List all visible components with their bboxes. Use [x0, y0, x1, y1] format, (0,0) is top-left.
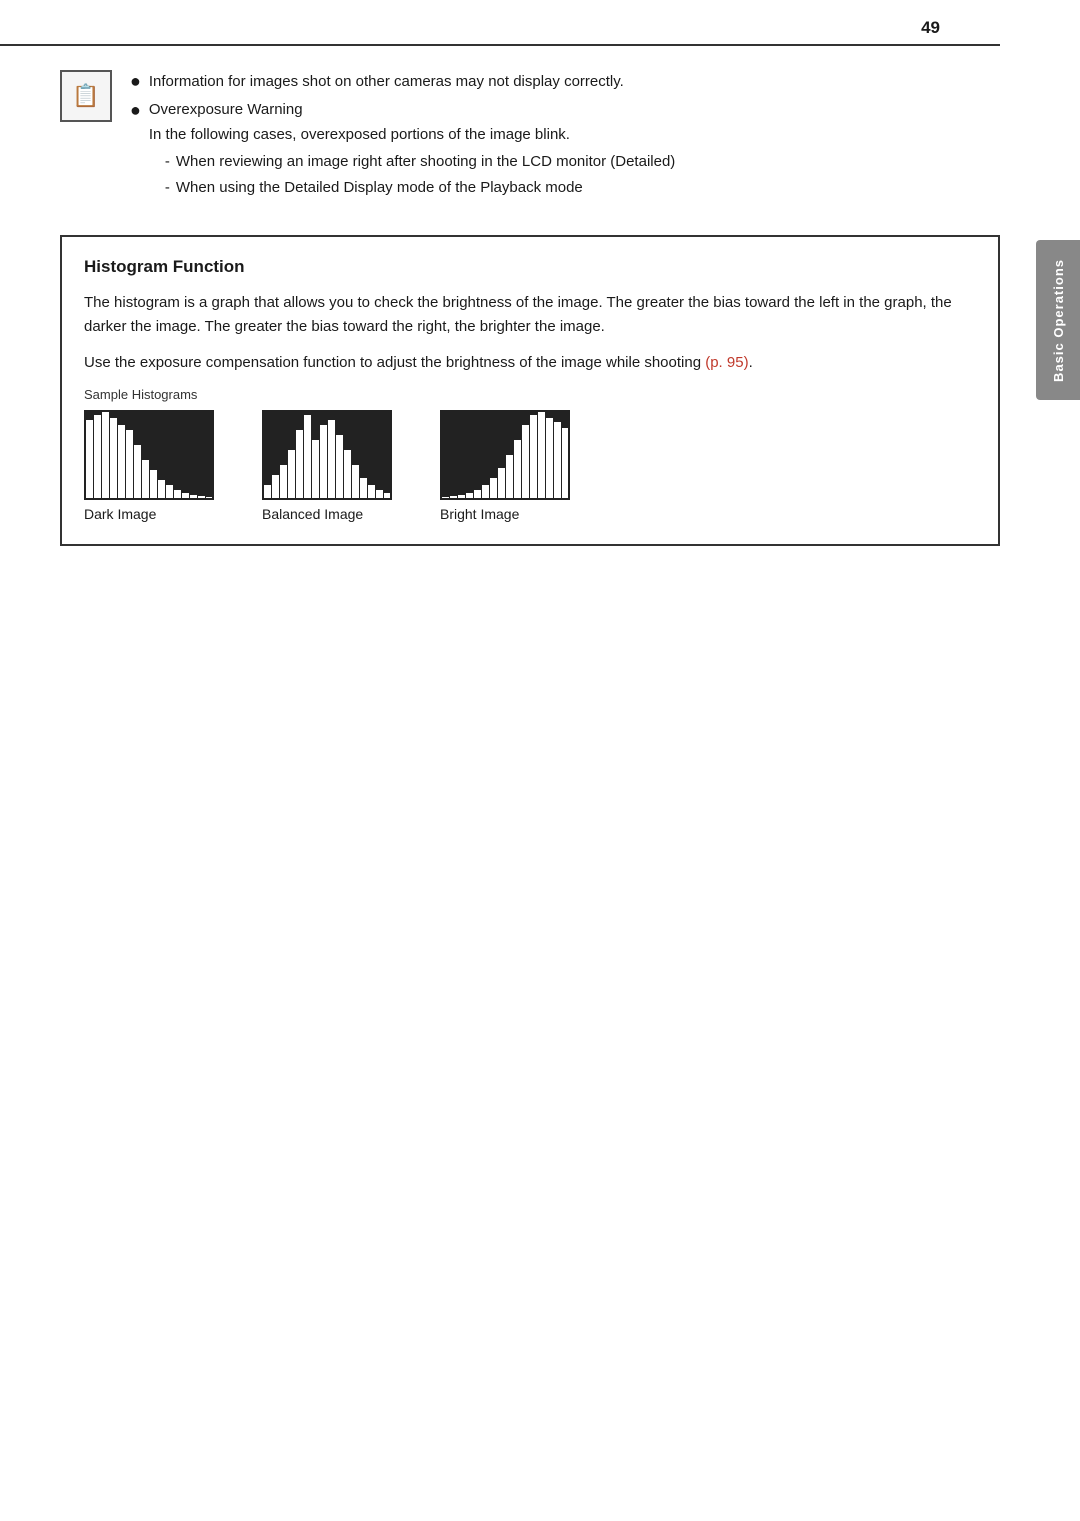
bullet-item-2: ● Overexposure Warning In the following … [130, 99, 1000, 203]
bullet-icon-2: ● [130, 97, 141, 124]
sub-bullet-text-1: When reviewing an image right after shoo… [176, 150, 675, 173]
sample-histograms-label: Sample Histograms [84, 387, 976, 402]
dark-image-histogram: Dark Image [84, 410, 214, 522]
camera-info-icon: 📋 [60, 70, 112, 122]
histogram-page-link[interactable]: (p. 95) [705, 354, 748, 371]
overexposure-desc: In the following cases, overexposed port… [149, 124, 675, 147]
histogram-desc-1: The histogram is a graph that allows you… [84, 291, 976, 339]
bullet-icon-1: ● [130, 68, 141, 95]
page-number: 49 [921, 18, 940, 38]
histogram-desc-2: Use the exposure compensation function t… [84, 351, 976, 375]
info-box: 📋 ● Information for images shot on other… [60, 56, 1000, 207]
overexposure-title: Overexposure Warning [149, 99, 675, 122]
sub-bullets: - When reviewing an image right after sh… [165, 150, 675, 200]
bullet-text-1: Information for images shot on other cam… [149, 70, 624, 93]
histograms-row: Dark Image [84, 410, 976, 522]
bright-image-histogram: Bright Image [440, 410, 570, 522]
sub-bullet-2: - When using the Detailed Display mode o… [165, 176, 675, 199]
histogram-desc2-prefix: Use the exposure compensation function t… [84, 354, 705, 371]
bullet-text-2-block: Overexposure Warning In the following ca… [149, 99, 675, 203]
side-tab: Basic Operations [1036, 240, 1080, 400]
histogram-section: Histogram Function The histogram is a gr… [60, 235, 1000, 546]
dark-image-label: Dark Image [84, 506, 156, 522]
balanced-histogram-svg [262, 410, 392, 500]
bullet-item-1: ● Information for images shot on other c… [130, 70, 1000, 95]
info-text-block: ● Information for images shot on other c… [130, 70, 1000, 207]
sub-bullet-1: - When reviewing an image right after sh… [165, 150, 675, 173]
histogram-desc2-suffix: . [749, 354, 753, 371]
side-tab-label: Basic Operations [1051, 259, 1066, 382]
bright-image-label: Bright Image [440, 506, 519, 522]
balanced-image-label: Balanced Image [262, 506, 363, 522]
histogram-title: Histogram Function [84, 257, 976, 277]
bright-histogram-svg [440, 410, 570, 500]
balanced-image-histogram: Balanced Image [262, 410, 392, 522]
dark-histogram-svg [84, 410, 214, 500]
main-content: 📋 ● Information for images shot on other… [60, 46, 1000, 546]
sub-bullet-text-2: When using the Detailed Display mode of … [176, 176, 583, 199]
page-header: 49 [0, 0, 1000, 46]
